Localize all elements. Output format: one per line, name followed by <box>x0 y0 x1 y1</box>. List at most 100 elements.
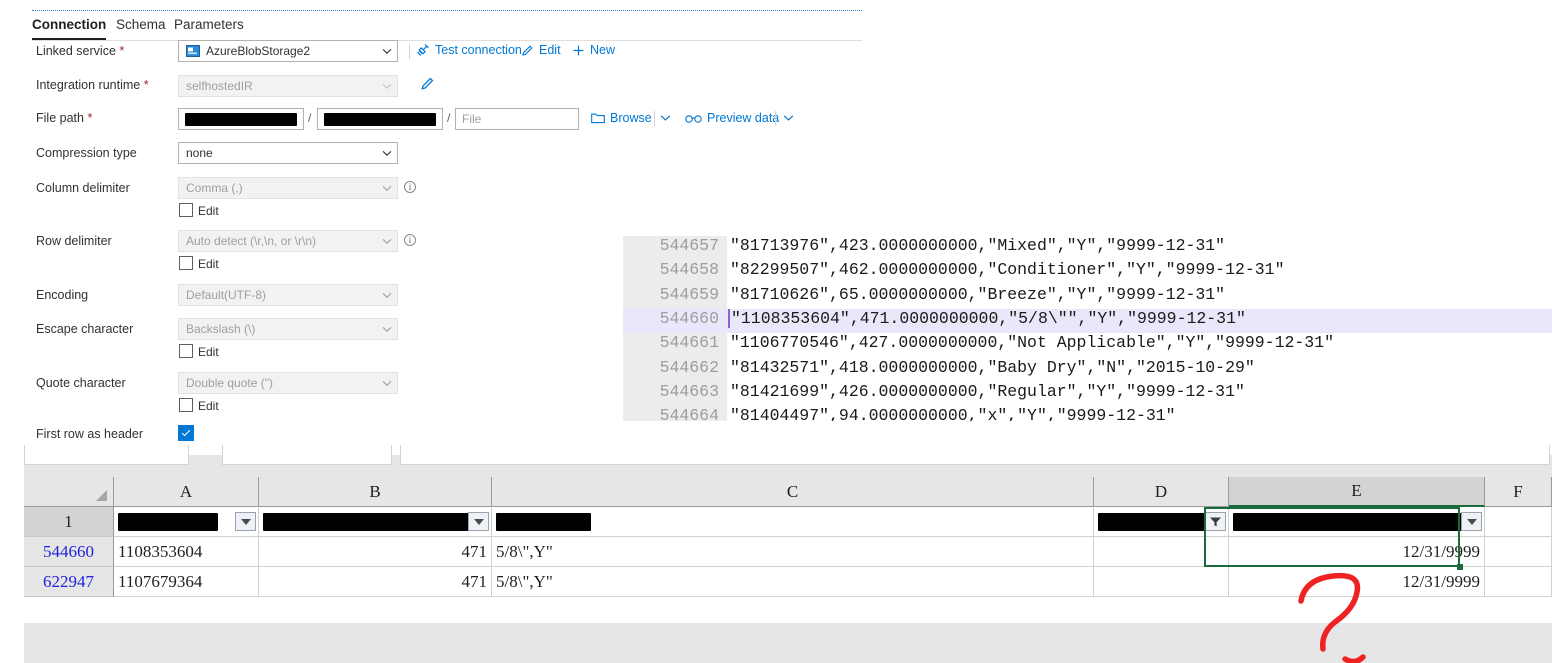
path-separator: / <box>447 111 451 125</box>
name-box[interactable] <box>24 445 189 465</box>
column-header-b[interactable]: B <box>259 477 492 507</box>
chevron-down-icon <box>381 289 393 301</box>
cell-c544660[interactable]: 5/8\",Y" <box>492 537 1094 567</box>
encoding-combobox[interactable]: Default(UTF-8) <box>178 284 398 306</box>
edit-label: Edit <box>539 43 561 57</box>
cell-f622947[interactable] <box>1485 567 1552 597</box>
cell-a622947[interactable]: 1107679364 <box>114 567 259 597</box>
tab-connection[interactable]: Connection <box>32 17 107 40</box>
column-header-d[interactable]: D <box>1094 477 1229 507</box>
row-delimiter-combobox[interactable]: Auto detect (\r,\n, or \r\n) <box>178 230 398 252</box>
encoding-value: Default(UTF-8) <box>186 288 267 302</box>
first-row-as-header-checkbox[interactable] <box>178 425 194 441</box>
cell-b544660[interactable]: 471 <box>259 537 492 567</box>
column-header-f[interactable]: F <box>1485 477 1552 507</box>
csv-text-editor[interactable]: 544657 "81713976",423.0000000000,"Mixed",… <box>623 236 1552 421</box>
row-header-544660[interactable]: 544660 <box>24 537 114 567</box>
azure-blob-storage-icon <box>186 45 200 57</box>
quote-character-combobox[interactable]: Double quote (") <box>178 372 398 394</box>
line-text: "81432571",418.0000000000,"Baby Dry","N"… <box>730 357 1255 377</box>
browse-button[interactable]: Browse <box>591 111 652 125</box>
tab-parameters[interactable]: Parameters <box>174 17 244 38</box>
file-path-file-input[interactable]: File <box>455 108 579 130</box>
select-all-corner-button[interactable] <box>24 477 114 507</box>
new-linked-service-button[interactable]: New <box>572 43 615 57</box>
filter-dropdown-button-b[interactable] <box>468 512 489 531</box>
row-header-1[interactable]: 1 <box>24 507 114 537</box>
row-delimiter-info-icon[interactable]: i <box>404 234 416 246</box>
first-row-as-header-label: First row as header <box>36 427 143 441</box>
compression-type-label: Compression type <box>36 146 137 160</box>
column-header-label: A <box>179 481 193 501</box>
command-separator <box>775 111 776 126</box>
cell-f544660[interactable] <box>1485 537 1552 567</box>
cell-value: 5/8\",Y" <box>496 541 553 561</box>
grid-bottom-area <box>24 623 1552 663</box>
excel-window: A B C D E F 1 544660 1108353604 471 5/8\",Y" 12/31… <box>0 445 1552 663</box>
editor-line[interactable]: 544662 "81432571",418.0000000000,"Baby Dr… <box>623 358 1552 382</box>
formula-bar[interactable] <box>400 445 1550 465</box>
column-delimiter-info-icon[interactable]: i <box>404 181 416 193</box>
browse-dropdown-button[interactable] <box>659 111 672 124</box>
test-connection-button[interactable]: Test connection <box>416 43 522 57</box>
funnel-icon <box>1209 516 1222 528</box>
cell-a544660[interactable]: 1108353604 <box>114 537 259 567</box>
header-cell-e[interactable] <box>1229 507 1485 537</box>
folder-icon <box>591 113 605 124</box>
redaction-bar <box>1098 512 1213 531</box>
editor-line[interactable]: 544659 "81710626",65.0000000000,"Breeze",… <box>623 285 1552 309</box>
filter-dropdown-button-e[interactable] <box>1461 512 1482 531</box>
column-delimiter-edit-checkbox[interactable] <box>179 203 193 217</box>
column-header-e[interactable]: E <box>1229 477 1485 507</box>
row-delimiter-label: Row delimiter <box>36 234 112 248</box>
cell-value: 1108353604 <box>118 541 203 561</box>
editor-line[interactable]: 544664 "81404497",94.0000000000,"x","Y","… <box>623 406 1552 421</box>
quote-character-value: Double quote (") <box>186 376 273 390</box>
fill-handle[interactable] <box>1457 564 1463 570</box>
file-path-container-input[interactable] <box>178 108 304 130</box>
cell-e544660[interactable]: 12/31/9999 <box>1229 537 1485 567</box>
file-path-directory-input[interactable] <box>317 108 443 130</box>
quote-character-edit-checkbox[interactable] <box>179 398 193 412</box>
tab-schema[interactable]: Schema <box>116 17 166 38</box>
pencil-icon <box>522 44 533 56</box>
formula-bar-left[interactable] <box>222 445 392 465</box>
column-delimiter-combobox[interactable]: Comma (,) <box>178 177 398 199</box>
column-header-label: C <box>786 481 799 501</box>
editor-line[interactable]: 544660 "1108353604",471.0000000000,"5/8\"… <box>623 308 1552 334</box>
editor-line[interactable]: 544657 "81713976",423.0000000000,"Mixed",… <box>623 236 1552 260</box>
compression-type-combobox[interactable]: none <box>178 142 398 164</box>
escape-character-edit-checkbox[interactable] <box>179 344 193 358</box>
editor-line[interactable]: 544663 "81421699",426.0000000000,"Regular… <box>623 382 1552 406</box>
column-header-a[interactable]: A <box>114 477 259 507</box>
escape-character-label: Escape character <box>36 322 134 336</box>
line-number: 544659 <box>659 284 719 304</box>
filter-dropdown-button-a[interactable] <box>235 512 256 531</box>
preview-data-button[interactable]: Preview data <box>685 111 779 125</box>
chevron-down-icon <box>783 115 794 121</box>
header-cell-c[interactable] <box>492 507 1094 537</box>
header-cell-f[interactable] <box>1485 507 1552 537</box>
cell-value: 471 <box>461 571 488 591</box>
preview-data-dropdown-button[interactable] <box>782 111 795 124</box>
quote-character-label: Quote character <box>36 376 126 390</box>
escape-character-combobox[interactable]: Backslash (\) <box>178 318 398 340</box>
glasses-icon <box>685 114 702 123</box>
cell-d544660[interactable] <box>1094 537 1229 567</box>
cell-d622947[interactable] <box>1094 567 1229 597</box>
command-separator <box>654 111 655 126</box>
editor-line[interactable]: 544661 "1106770546",427.0000000000,"Not A… <box>623 333 1552 357</box>
integration-runtime-combobox[interactable]: selfhostedIR <box>178 75 398 97</box>
editor-line[interactable]: 544658 "82299507",462.0000000000,"Conditi… <box>623 260 1552 284</box>
column-header-c[interactable]: C <box>492 477 1094 507</box>
cell-c622947[interactable]: 5/8\",Y" <box>492 567 1094 597</box>
edit-linked-service-button[interactable]: Edit <box>521 43 561 57</box>
header-cell-b[interactable] <box>259 507 492 537</box>
row-header-622947[interactable]: 622947 <box>24 567 114 597</box>
row-delimiter-edit-checkbox[interactable] <box>179 256 193 270</box>
cell-b622947[interactable]: 471 <box>259 567 492 597</box>
edit-integration-runtime-button[interactable] <box>420 76 435 91</box>
linked-service-combobox[interactable]: AzureBlobStorage2 <box>178 40 398 62</box>
filter-active-button-d[interactable] <box>1205 512 1226 531</box>
cell-e622947[interactable]: 12/31/9999 <box>1229 567 1485 597</box>
